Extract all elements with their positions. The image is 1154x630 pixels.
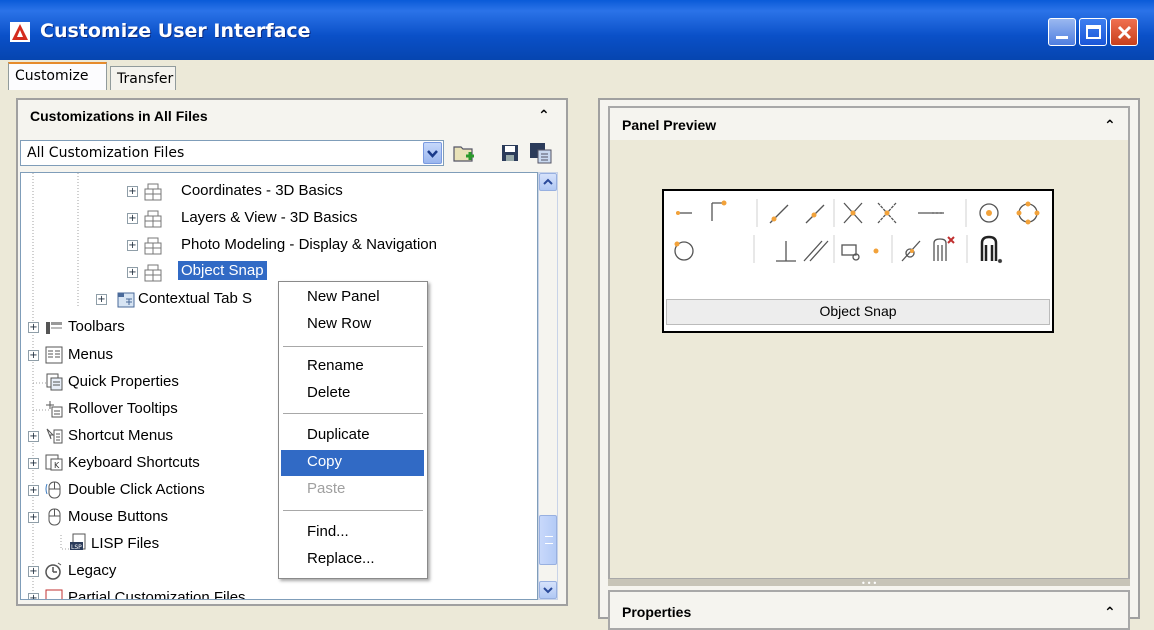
autocad-logo-icon	[10, 22, 30, 42]
toolbars-icon	[46, 322, 62, 334]
customizations-title: Customizations in All Files	[30, 108, 208, 124]
pane-splitter[interactable]: •••	[608, 578, 1130, 588]
context-menu: New Panel New Row Rename Delete Duplicat…	[278, 281, 428, 579]
scroll-up-button[interactable]	[539, 173, 557, 191]
expand-toggle[interactable]: +	[96, 294, 107, 305]
tree-item-partial-customization-files[interactable]: Partial Customization Files	[68, 589, 246, 599]
menu-item-copy[interactable]: Copy	[307, 453, 342, 470]
shortcut-menus-icon	[46, 428, 63, 444]
menu-item-delete[interactable]: Delete	[307, 384, 350, 401]
expand-toggle[interactable]: +	[127, 186, 138, 197]
open-file-icon[interactable]	[452, 142, 478, 164]
scroll-down-button[interactable]	[539, 581, 557, 599]
legacy-icon	[45, 562, 62, 580]
tree-item-lisp-files[interactable]: LISP Files	[91, 535, 159, 552]
tree-item-mouse-buttons[interactable]: Mouse Buttons	[68, 508, 168, 525]
menu-item-find[interactable]: Find...	[307, 523, 349, 540]
expand-toggle[interactable]: +	[28, 350, 39, 361]
menu-item-new-row[interactable]: New Row	[307, 315, 371, 332]
tree-item-layers-view[interactable]: Layers & View - 3D Basics	[181, 209, 357, 226]
panel-preview-pane: Panel Preview ⌃	[608, 106, 1130, 582]
svg-text:LSP: LSP	[71, 544, 82, 551]
tree-item-coordinates[interactable]: Coordinates - 3D Basics	[181, 182, 343, 199]
menu-separator	[283, 413, 423, 414]
tree-item-legacy[interactable]: Legacy	[68, 562, 116, 579]
collapse-chevron-icon[interactable]: ⌃	[538, 108, 550, 124]
customizations-header: Customizations in All Files ⌃	[18, 100, 566, 134]
contextual-tab-icon	[117, 292, 135, 308]
chevron-up-icon	[543, 178, 553, 185]
rollover-tooltips-icon	[46, 401, 63, 418]
double-click-mouse-icon	[45, 481, 61, 499]
expand-toggle[interactable]: +	[127, 213, 138, 224]
expand-toggle[interactable]: +	[127, 240, 138, 251]
tab-transfer[interactable]: Transfer	[110, 66, 176, 90]
window-title: Customize User Interface	[40, 20, 311, 42]
expand-toggle[interactable]: +	[28, 512, 39, 523]
panel-icon	[144, 237, 162, 255]
scroll-thumb[interactable]	[539, 515, 557, 565]
thumb-grip	[545, 536, 553, 544]
menus-icon	[45, 346, 63, 364]
panel-preview-title: Panel Preview	[622, 117, 717, 133]
tree-item-double-click-actions[interactable]: Double Click Actions	[68, 481, 205, 498]
menu-item-duplicate[interactable]: Duplicate	[307, 426, 370, 443]
minimize-button[interactable]	[1048, 18, 1076, 46]
menu-item-new-panel[interactable]: New Panel	[307, 288, 380, 305]
expand-toggle[interactable]: +	[127, 267, 138, 278]
tree-item-menus[interactable]: Menus	[68, 346, 113, 363]
ribbon-panel-preview: Object Snap	[662, 189, 1054, 333]
expand-toggle[interactable]: +	[28, 593, 39, 599]
tree-item-keyboard-shortcuts[interactable]: Keyboard Shortcuts	[68, 454, 200, 471]
ribbon-panel-title: Object Snap	[666, 299, 1050, 325]
tree-item-photo-modeling[interactable]: Photo Modeling - Display & Navigation	[181, 236, 437, 253]
menu-item-replace[interactable]: Replace...	[307, 550, 375, 567]
panel-icon	[144, 210, 162, 228]
collapse-chevron-icon[interactable]: ⌃	[1104, 118, 1116, 134]
tree-item-rollover-tooltips[interactable]: Rollover Tooltips	[68, 400, 178, 417]
tab-customize[interactable]: Customize	[8, 62, 107, 90]
menu-highlight	[281, 450, 424, 476]
minimize-icon	[1056, 36, 1068, 39]
menu-separator	[283, 510, 423, 511]
menu-separator	[283, 346, 423, 347]
close-button[interactable]	[1110, 18, 1138, 46]
mouse-icon	[48, 508, 61, 526]
panel-icon	[144, 264, 162, 282]
customization-files-dropdown[interactable]: All Customization Files	[20, 140, 444, 166]
maximize-icon	[1086, 25, 1101, 39]
tree-item-toolbars[interactable]: Toolbars	[68, 318, 125, 335]
load-partial-icon[interactable]	[528, 141, 554, 165]
lisp-icon: LSP	[70, 533, 86, 551]
quick-properties-icon	[46, 373, 63, 391]
dropdown-arrow-icon[interactable]	[423, 142, 442, 164]
properties-title: Properties	[622, 604, 692, 620]
expand-toggle[interactable]: +	[28, 458, 39, 469]
partial-files-icon	[45, 589, 63, 599]
panel-icon	[144, 183, 162, 201]
maximize-button[interactable]	[1079, 18, 1107, 46]
expand-toggle[interactable]: +	[28, 485, 39, 496]
tree-item-shortcut-menus[interactable]: Shortcut Menus	[68, 427, 173, 444]
tree-item-quick-properties[interactable]: Quick Properties	[68, 373, 179, 390]
properties-pane: Properties ⌃	[608, 590, 1130, 630]
keyboard-icon: K	[45, 454, 63, 471]
expand-toggle[interactable]: +	[28, 566, 39, 577]
splitter-grip-icon: •••	[861, 579, 879, 588]
tree-item-object-snap[interactable]: Object Snap	[178, 261, 267, 280]
save-icon[interactable]	[500, 143, 520, 163]
tree-scrollbar[interactable]	[538, 172, 558, 600]
tree-item-contextual-tab[interactable]: Contextual Tab S	[138, 290, 252, 307]
expand-toggle[interactable]: +	[28, 431, 39, 442]
menu-item-rename[interactable]: Rename	[307, 357, 364, 374]
close-icon	[1117, 25, 1132, 40]
menu-item-paste[interactable]: Paste	[307, 480, 345, 497]
object-snap-tools	[674, 199, 1040, 264]
svg-text:K: K	[54, 461, 60, 470]
chevron-down-icon	[543, 587, 553, 594]
expand-toggle[interactable]: +	[28, 322, 39, 333]
